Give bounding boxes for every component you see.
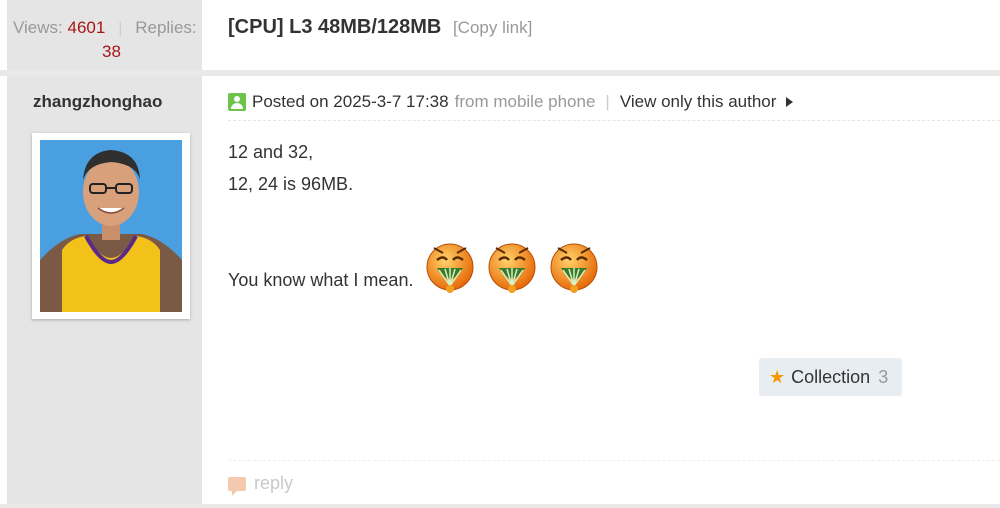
view-only-author-link[interactable]: View only this author xyxy=(620,92,777,112)
meta-separator: | xyxy=(605,92,610,111)
reply-label: reply xyxy=(254,473,294,493)
views-label: Views: xyxy=(13,18,63,37)
thread-title-text: [CPU] L3 48MB/128MB xyxy=(228,16,442,38)
post-line-1: 12 and 32, xyxy=(228,142,314,162)
post-content-area: Posted on 2025-3-7 17:38 from mobile pho… xyxy=(202,76,1000,508)
copy-link[interactable]: [Copy link] xyxy=(453,18,532,37)
user-icon xyxy=(228,93,246,111)
author-name-link[interactable]: zhangzhonghao xyxy=(33,92,162,112)
laughing-emoji-icon xyxy=(487,238,537,296)
reply-button[interactable]: reply xyxy=(228,473,294,496)
post-meta: Posted on 2025-3-7 17:38 from mobile pho… xyxy=(228,92,794,112)
avatar[interactable] xyxy=(40,140,182,312)
replies-label: Replies: xyxy=(135,18,197,37)
post-line-3-row: You know what I mean. xyxy=(228,238,599,296)
reply-icon xyxy=(228,476,246,496)
post-source: from mobile phone xyxy=(454,92,596,111)
collection-count: 3 xyxy=(878,366,889,387)
laughing-emoji-icon xyxy=(425,238,475,296)
reply-divider xyxy=(228,460,1000,461)
stats-separator: | xyxy=(118,18,123,37)
avatar-frame[interactable] xyxy=(32,133,190,319)
forum-thread-page: Views: 4601 | Replies: 38 zhangzhonghao xyxy=(0,0,1000,508)
meta-divider xyxy=(228,120,1000,121)
avatar-image xyxy=(40,140,182,312)
thread-title: [CPU] L3 48MB/128MB [Copy link] xyxy=(228,16,532,39)
post-date: Posted on 2025-3-7 17:38 xyxy=(252,92,449,111)
post-line-2: 12, 24 is 96MB. xyxy=(228,174,354,194)
views-replies-line: Views: 4601 | Replies: xyxy=(13,17,203,39)
collection-label: Collection xyxy=(791,366,871,387)
author-sidebar: Views: 4601 | Replies: 38 zhangzhonghao xyxy=(7,0,202,508)
star-icon: ★ xyxy=(769,366,786,387)
post-body: 12 and 32, 12, 24 is 96MB. You know what… xyxy=(228,136,598,293)
views-count: 4601 xyxy=(67,18,106,37)
thread-stats: Views: 4601 | Replies: 38 xyxy=(7,0,202,70)
triangle-right-icon[interactable] xyxy=(786,97,794,107)
bottom-divider xyxy=(0,504,1000,508)
replies-count: 38 xyxy=(102,42,121,61)
post-line-3: You know what I mean. xyxy=(228,270,414,290)
collection-button[interactable]: ★ Collection 3 xyxy=(759,358,902,396)
thread-header: [CPU] L3 48MB/128MB [Copy link] xyxy=(202,0,1000,70)
laughing-emoji-icon xyxy=(549,238,599,296)
